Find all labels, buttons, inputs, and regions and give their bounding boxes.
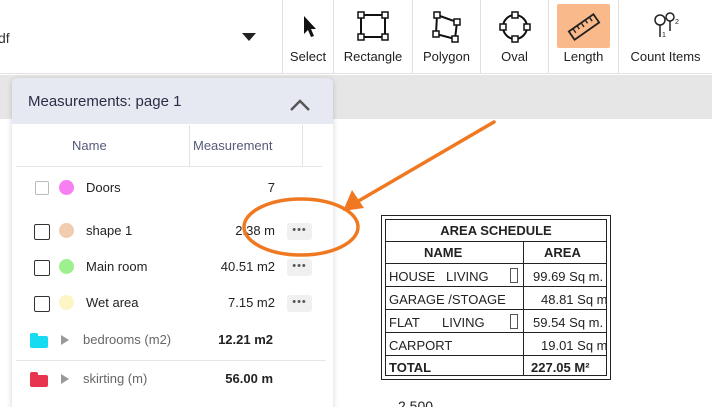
annotation-arrow [353,120,496,205]
annotation-overlay [242,120,496,257]
highlight-circle [242,197,360,257]
